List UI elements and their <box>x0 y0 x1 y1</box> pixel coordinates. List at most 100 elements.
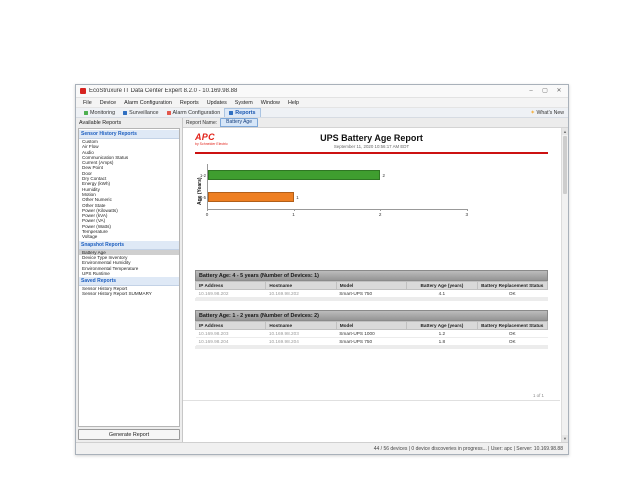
apc-logo: APC by Schneider Electric <box>195 133 228 147</box>
table-cell: 1.8 <box>407 338 477 346</box>
vertical-scrollbar[interactable]: ▲ ▼ <box>561 128 568 442</box>
apc-logo-subtext: by Schneider Electric <box>195 143 228 147</box>
maximize-button[interactable]: ▢ <box>538 86 552 97</box>
tab-reports[interactable]: Reports <box>224 108 260 117</box>
column-header-ip-address: IP Address <box>196 282 266 290</box>
x-tick-label: 2 <box>379 212 382 217</box>
table-footer-strip <box>195 298 548 301</box>
table-row: 10.169.98.20310.169.98.203Smart-UPS 1000… <box>196 330 548 338</box>
table-cell: 10.169.98.203 <box>266 330 336 338</box>
tab-label: Alarm Configuration <box>173 110 221 116</box>
menu-updates[interactable]: Updates <box>203 100 231 106</box>
surveillance-icon <box>123 111 127 115</box>
report-timestamp: September 11, 2020 10:56:17 AM EDT <box>195 144 548 149</box>
app-window: EcoStruxure IT Data Center Expert 8.2.0 … <box>75 84 569 455</box>
header-divider <box>195 152 548 154</box>
column-header-battery-replacement-status: Battery Replacement Status <box>477 322 547 330</box>
column-header-model: Model <box>336 282 406 290</box>
x-tick-mark <box>380 209 381 211</box>
table-cell: 10.169.98.203 <box>196 330 266 338</box>
column-header-hostname: Hostname <box>266 322 336 330</box>
report-page: APC by Schneider Electric UPS Battery Ag… <box>183 128 560 401</box>
table-section-header: Battery Age: 4 - 5 years (Number of Devi… <box>195 270 548 281</box>
table-cell: OK <box>477 338 547 346</box>
report-toolbar: Report Name: Battery Age <box>183 118 568 128</box>
table-row: 10.169.98.20410.169.98.204Smart-UPS 7501… <box>196 338 548 346</box>
bar-4-5 <box>208 192 294 202</box>
available-reports-panel: Sensor History ReportsCustomAir FlowAudi… <box>78 128 180 427</box>
scrollbar-thumb[interactable] <box>563 136 567 194</box>
column-header-ip-address: IP Address <box>196 322 266 330</box>
table-cell: 10.169.98.204 <box>196 338 266 346</box>
table-cell: OK <box>477 290 547 298</box>
table-cell: 1.2 <box>407 330 477 338</box>
content-area: Available Reports Sensor History Reports… <box>76 118 568 442</box>
desktop-background: EcoStruxure IT Data Center Expert 8.2.0 … <box>0 0 640 480</box>
window-controls: – ▢ ✕ <box>524 86 566 97</box>
menu-device[interactable]: Device <box>96 100 120 106</box>
x-tick-mark <box>467 209 468 211</box>
column-header-battery-age-years: Battery Age (years) <box>407 282 477 290</box>
menu-alarm-configuration[interactable]: Alarm Configuration <box>120 100 176 106</box>
status-text: 44 / 56 devices | 0 device discoveries i… <box>374 446 563 452</box>
tab-surveillance[interactable]: Surveillance <box>119 108 162 117</box>
table-section-header: Battery Age: 1 - 2 years (Number of Devi… <box>195 310 548 321</box>
tab-strip: Monitoring Surveillance Alarm Configuratio… <box>80 108 261 117</box>
menu-system[interactable]: System <box>231 100 257 106</box>
table-row: 10.169.98.20210.169.98.202Smart-UPS 7504… <box>196 290 548 298</box>
chart-body: 1-224-51 0123 <box>207 164 467 218</box>
table-cell: 10.169.98.202 <box>196 290 266 298</box>
report-main-area: Report Name: Battery Age APC by Schneide… <box>183 118 568 442</box>
x-tick-label: 0 <box>206 212 209 217</box>
section-header-snapshot-reports: Snapshot Reports <box>79 240 179 250</box>
bar-1-2 <box>208 170 380 180</box>
table-cell: Smart-UPS 750 <box>336 290 406 298</box>
menu-help[interactable]: Help <box>284 100 303 106</box>
table-header-row: IP AddressHostnameModelBattery Age (year… <box>196 282 548 290</box>
status-bar: 44 / 56 devices | 0 device discoveries i… <box>76 442 568 454</box>
battery-age-chart: Age (Years) 1-224-51 0123 <box>197 164 548 218</box>
scroll-down-icon[interactable]: ▼ <box>562 435 568 442</box>
scroll-up-icon[interactable]: ▲ <box>562 128 568 135</box>
device-tables: Battery Age: 4 - 5 years (Number of Devi… <box>195 270 548 349</box>
bar-value-label: 2 <box>382 173 384 178</box>
table-cell: OK <box>477 330 547 338</box>
tab-label: Reports <box>235 110 255 116</box>
battery-age-section: Battery Age: 1 - 2 years (Number of Devi… <box>195 310 548 349</box>
column-header-battery-replacement-status: Battery Replacement Status <box>477 282 547 290</box>
monitoring-icon <box>84 111 88 115</box>
close-button[interactable]: ✕ <box>552 86 566 97</box>
reports-icon <box>229 111 233 115</box>
chart-x-axis: 0123 <box>207 210 467 218</box>
tab-monitoring[interactable]: Monitoring <box>80 108 119 117</box>
chart-bar-row: 4-51 <box>208 192 467 202</box>
window-title: EcoStruxure IT Data Center Expert 8.2.0 … <box>89 88 524 94</box>
bar-category-label: 1-2 <box>200 173 206 178</box>
column-header-battery-age-years: Battery Age (years) <box>407 322 477 330</box>
tab-label: Monitoring <box>90 110 115 116</box>
whats-new-link[interactable]: ✶ What's New <box>530 110 564 116</box>
x-tick-label: 3 <box>465 212 468 217</box>
app-icon <box>80 88 86 94</box>
table-cell: Smart-UPS 1000 <box>336 330 406 338</box>
report-tab-battery-age[interactable]: Battery Age <box>220 118 258 128</box>
sidebar-title: Available Reports <box>76 118 182 128</box>
menu-bar: FileDeviceAlarm ConfigurationReportsUpda… <box>76 98 568 108</box>
report-viewport: APC by Schneider Electric UPS Battery Ag… <box>183 128 568 442</box>
apc-logo-text: APC <box>195 133 228 142</box>
sidebar-item-sensor-history-report-summary[interactable]: Sensor History Report SUMMARY <box>79 291 179 296</box>
minimize-button[interactable]: – <box>524 86 538 97</box>
menu-file[interactable]: File <box>79 100 96 106</box>
generate-report-button[interactable]: Generate Report <box>78 429 180 440</box>
report-header: APC by Schneider Electric UPS Battery Ag… <box>195 133 548 149</box>
table-cell: Smart-UPS 750 <box>336 338 406 346</box>
menu-reports[interactable]: Reports <box>176 100 203 106</box>
chart-bar-row: 1-22 <box>208 170 467 180</box>
menu-window[interactable]: Window <box>257 100 284 106</box>
page-number: 1 of 1 <box>195 393 548 400</box>
tab-label: Surveillance <box>129 110 158 116</box>
bar-category-label: 4-5 <box>200 195 206 200</box>
tab-alarm-configuration[interactable]: Alarm Configuration <box>163 108 225 117</box>
section-header-sensor-history-reports: Sensor History Reports <box>79 129 179 139</box>
report-title: UPS Battery Age Report <box>195 133 548 143</box>
